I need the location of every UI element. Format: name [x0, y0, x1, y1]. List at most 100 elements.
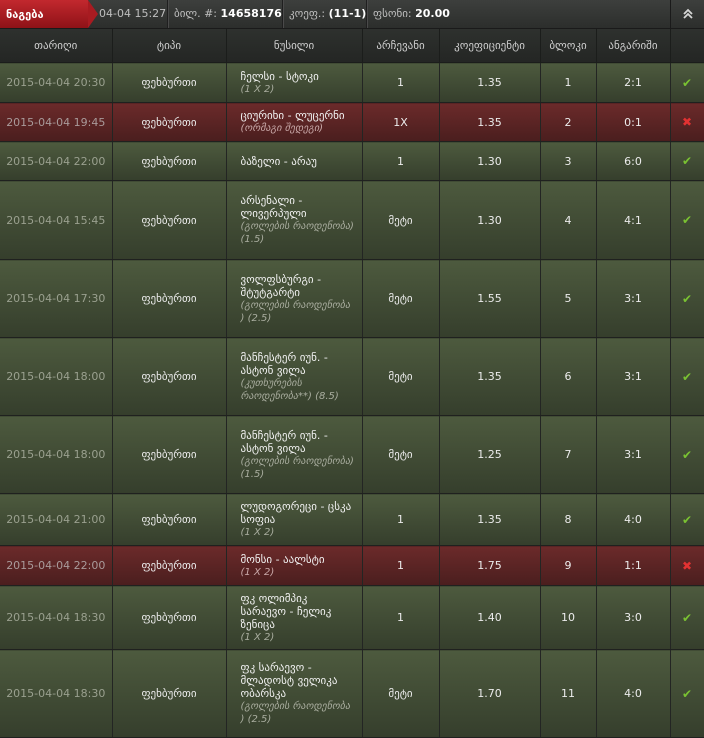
check-icon: ✔	[670, 141, 704, 181]
bet-pick: მეტი	[362, 180, 440, 260]
bet-coefficient: 1.70	[439, 649, 541, 738]
ticket-header-bar: ნაგება 04-04 15:27 ბილ. #: 14658176 კოეფ…	[0, 0, 704, 29]
bet-block: 7	[540, 415, 597, 494]
bet-date: 2015-04-04 18:30	[0, 585, 113, 650]
bet-pick: 1X	[362, 102, 440, 142]
bet-score: 4:1	[596, 180, 671, 260]
bet-block: 3	[540, 141, 597, 181]
table-row: 2015-04-04 21:00 ფეხბურთი ლუდოგორეცი - ცსკ…	[0, 493, 704, 546]
header-divider	[167, 0, 168, 28]
column-header: არჩევანი	[362, 29, 440, 63]
bet-pick: მეტი	[362, 337, 440, 416]
double-chevron-up-icon[interactable]	[670, 0, 704, 28]
bet-type: ფეხბურთი	[112, 62, 227, 103]
bet-block: 6	[540, 337, 597, 416]
ticket-stake: ფსონი: 20.00	[373, 7, 450, 20]
bet-pick: მეტი	[362, 649, 440, 738]
check-icon: ✔	[670, 585, 704, 650]
bet-pick: 1	[362, 141, 440, 181]
bet-block: 2	[540, 102, 597, 142]
cross-icon: ✖	[670, 545, 704, 586]
table-row: 2015-04-04 18:00 ფეხბურთი მანჩესტერ იუნ. -…	[0, 415, 704, 494]
bet-coefficient: 1.35	[439, 102, 541, 142]
bet-score: 1:1	[596, 545, 671, 586]
bet-coefficient: 1.35	[439, 62, 541, 103]
bet-date: 2015-04-04 22:00	[0, 545, 113, 586]
bet-coefficient: 1.30	[439, 141, 541, 181]
bet-score: 0:1	[596, 102, 671, 142]
bet-score: 6:0	[596, 141, 671, 181]
ticket-datetime: 04-04 15:27	[99, 7, 167, 20]
bet-coefficient: 1.30	[439, 180, 541, 260]
bet-coefficient: 1.55	[439, 259, 541, 338]
event-market-note: (გოლების რაოდენობა ) (2.5)	[240, 299, 351, 324]
bet-block: 5	[540, 259, 597, 338]
bet-pick: მეტი	[362, 415, 440, 494]
bet-pick: მეტი	[362, 259, 440, 338]
bet-type: ფეხბურთი	[112, 259, 227, 338]
bet-event: ჩელსი - სტოკი (1 X 2)	[226, 62, 363, 103]
bet-type: ფეხბურთი	[112, 141, 227, 181]
bet-type: ფეხბურთი	[112, 337, 227, 416]
table-row: 2015-04-04 15:45 ფეხბურთი არსენალი - ლივერ…	[0, 180, 704, 260]
check-icon: ✔	[670, 62, 704, 103]
table-row: 2015-04-04 18:00 ფეხბურთი მანჩესტერ იუნ. -…	[0, 337, 704, 416]
bet-block: 1	[540, 62, 597, 103]
bet-date: 2015-04-04 18:00	[0, 415, 113, 494]
table-row: 2015-04-04 20:30 ფეხბურთი ჩელსი - სტოკი (1 …	[0, 62, 704, 103]
bet-event: ციურიხი - ლუცერნი (ორმაგი შედეგი)	[226, 102, 363, 142]
bet-type: ფეხბურთი	[112, 649, 227, 738]
bet-date: 2015-04-04 21:00	[0, 493, 113, 546]
table-row: 2015-04-04 18:30 ფეხბურთი ფკ ოლიმპიკ სარაე…	[0, 585, 704, 650]
bet-score: 4:0	[596, 649, 671, 738]
event-market-note: (გოლების რაოდენობა ) (2.5)	[240, 701, 351, 725]
event-market-note: (1 X 2)	[240, 566, 275, 578]
bet-coefficient: 1.35	[439, 337, 541, 416]
table-row: 2015-04-04 18:30 ფეხბურთი ფკ სარაევო - მლა…	[0, 649, 704, 738]
bet-date: 2015-04-04 18:00	[0, 337, 113, 416]
bet-pick: 1	[362, 585, 440, 650]
ticket-number: ბილ. #: 14658176	[174, 7, 282, 20]
bet-score: 2:1	[596, 62, 671, 103]
bet-score: 4:0	[596, 493, 671, 546]
table-row: 2015-04-04 19:45 ფეხბურთი ციურიხი - ლუცერნ…	[0, 102, 704, 142]
bet-pick: 1	[362, 62, 440, 103]
event-market-note: (1 X 2)	[240, 527, 275, 538]
event-name: ლუდოგორეცი - ცსკა სოფია	[240, 500, 352, 526]
check-icon: ✔	[670, 649, 704, 738]
event-market-note: (კუთხურების რაოდენობა**) (8.5)	[240, 377, 339, 402]
check-icon: ✔	[670, 337, 704, 416]
event-name: ბაზელი - არაუ	[240, 154, 317, 168]
event-market-note: (1 X 2)	[240, 83, 275, 95]
bet-score: 3:1	[596, 415, 671, 494]
bet-pick: 1	[362, 493, 440, 546]
bet-event: მანჩესტერ იუნ. - ასტონ ვილა (გოლების რაოდ…	[226, 415, 363, 494]
bet-date: 2015-04-04 19:45	[0, 102, 113, 142]
bet-block: 8	[540, 493, 597, 546]
event-market-note: (გოლების რაოდენობა) (1.5)	[240, 221, 354, 245]
ticket-tag: ნაგება	[0, 0, 98, 28]
column-header: ტიპი	[112, 29, 227, 63]
bet-event: არსენალი - ლივერპული (გოლების რაოდენობა) …	[226, 180, 363, 260]
event-name: ციურიხი - ლუცერნი	[240, 109, 345, 122]
bet-date: 2015-04-04 17:30	[0, 259, 113, 338]
event-name: მანჩესტერ იუნ. - ასტონ ვილა	[240, 350, 328, 377]
bet-type: ფეხბურთი	[112, 545, 227, 586]
table-row: 2015-04-04 22:00 ფეხბურთი ბაზელი - არაუ 1 1.…	[0, 141, 704, 181]
event-name: ფკ სარაევო - მლადოსტ ველიკა ობარსკა	[240, 661, 338, 700]
bet-type: ფეხბურთი	[112, 415, 227, 494]
bet-coefficient: 1.40	[439, 585, 541, 650]
bets-table: თარიღი ტიპი ნუსილი არჩევანი კოეფიციენტი ბლოკი…	[0, 29, 704, 738]
event-market-note: (1 X 2)	[240, 631, 275, 643]
bet-block: 9	[540, 545, 597, 586]
bet-date: 2015-04-04 18:30	[0, 649, 113, 738]
bet-event: ვოლფსბურგი - შტუტგარტი (გოლების რაოდენობა…	[226, 259, 363, 338]
event-name: მანჩესტერ იუნ. - ასტონ ვილა	[240, 428, 328, 455]
header-divider	[282, 0, 283, 28]
bet-type: ფეხბურთი	[112, 493, 227, 546]
bet-type: ფეხბურთი	[112, 585, 227, 650]
bet-event: ბაზელი - არაუ	[226, 141, 363, 181]
check-icon: ✔	[670, 493, 704, 546]
event-name: არსენალი - ლივერპული	[240, 194, 307, 220]
bet-coefficient: 1.25	[439, 415, 541, 494]
